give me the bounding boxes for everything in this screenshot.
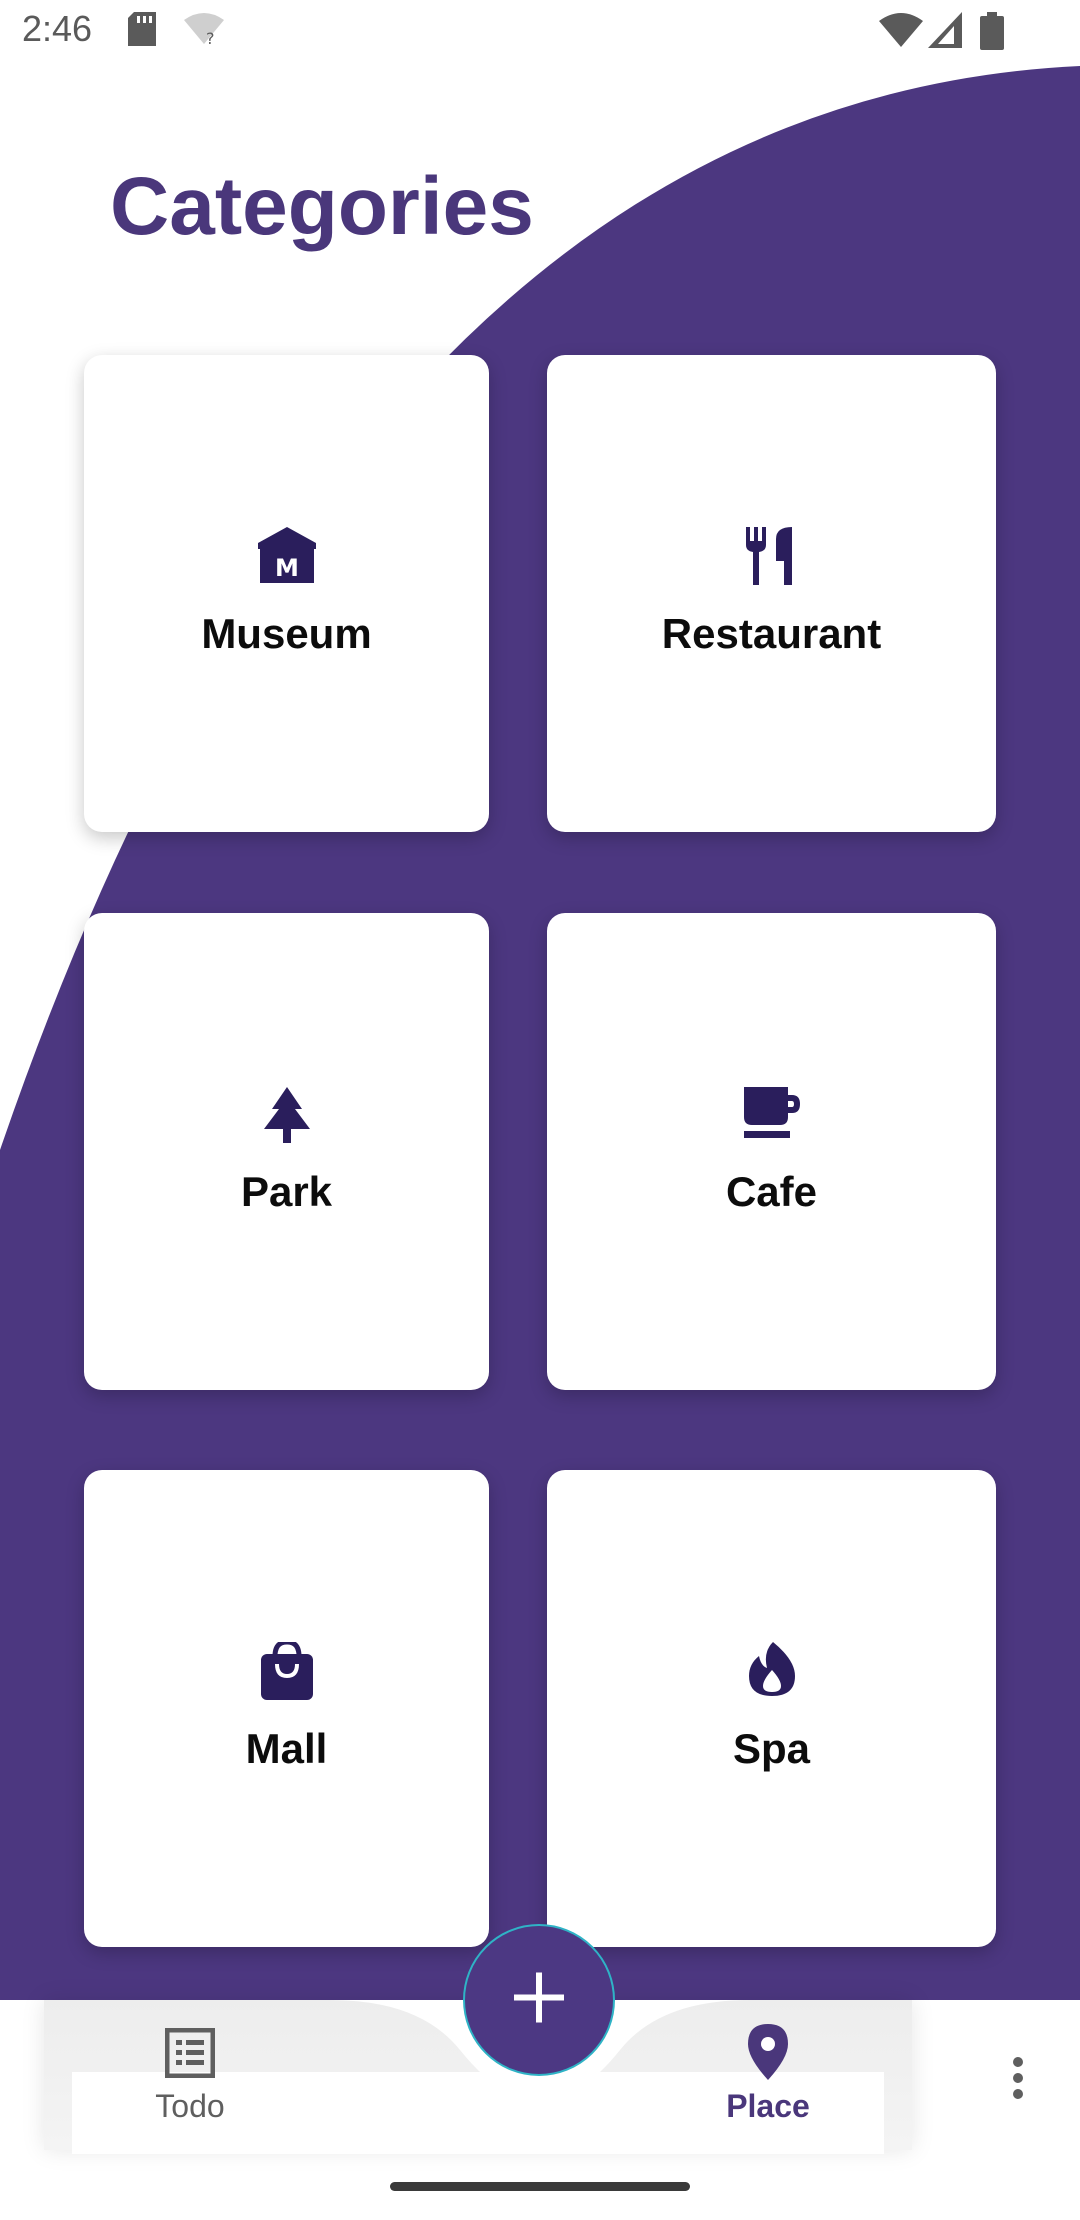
wifi-question-icon: ? <box>182 12 226 51</box>
add-icon <box>514 1972 564 2028</box>
wifi-icon <box>878 12 924 53</box>
add-fab-button[interactable] <box>463 1924 615 2076</box>
category-card-museum[interactable]: M Museum <box>84 355 489 832</box>
category-card-cafe[interactable]: Cafe <box>547 913 996 1390</box>
more-vert-icon <box>996 2057 1040 2114</box>
category-label: Cafe <box>725 1168 818 1215</box>
page-title: Categories <box>110 161 534 252</box>
category-label: Mall <box>245 1725 328 1772</box>
category-card-restaurant[interactable]: Restaurant <box>547 355 996 832</box>
svg-text:M: M <box>275 554 299 582</box>
sd-card-icon <box>128 12 156 51</box>
signal-icon <box>928 12 962 53</box>
park-icon <box>262 1087 312 1148</box>
more-options-button[interactable] <box>996 2050 1040 2110</box>
category-label: Restaurant <box>661 610 882 657</box>
battery-icon <box>980 12 1004 55</box>
restaurant-icon <box>745 527 798 590</box>
category-label: Spa <box>732 1725 811 1772</box>
mall-icon <box>260 1639 313 1705</box>
status-time: 2:46 <box>22 8 93 49</box>
home-indicator[interactable] <box>390 2182 690 2191</box>
svg-text:?: ? <box>206 29 215 46</box>
category-card-mall[interactable]: Mall <box>84 1470 489 1947</box>
cafe-icon <box>743 1087 800 1144</box>
museum-icon: M <box>257 527 316 588</box>
category-card-park[interactable]: Park <box>84 913 489 1390</box>
category-label: Museum <box>201 610 372 657</box>
status-bar: 2:46 ? <box>0 0 1080 66</box>
category-label: Park <box>240 1168 333 1215</box>
spa-icon <box>748 1642 795 1701</box>
category-card-spa[interactable]: Spa <box>547 1470 996 1947</box>
